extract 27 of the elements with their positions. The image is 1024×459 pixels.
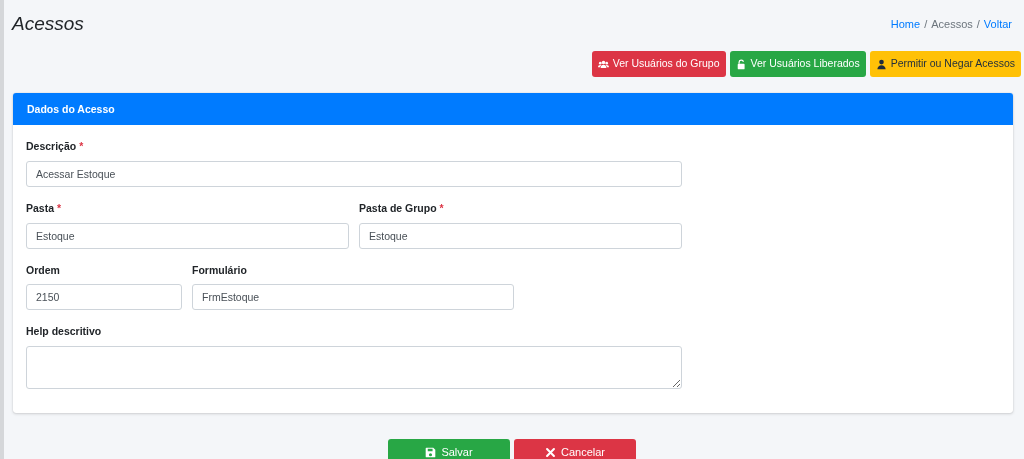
breadcrumb-separator: / xyxy=(924,17,928,30)
action-button[interactable]: Permitir ou Negar Acessos xyxy=(869,51,1021,77)
field-label: Pasta de Grupo * xyxy=(359,200,445,216)
field-label: Help descritivo xyxy=(26,324,103,340)
input-field[interactable]: FrmEstoque xyxy=(192,284,514,311)
field-label: Pasta * xyxy=(26,200,63,216)
breadcrumb-separator: / xyxy=(976,17,980,30)
close-icon xyxy=(545,447,556,458)
field-label: Ordem xyxy=(26,262,61,278)
card-header: Dados do Acesso xyxy=(13,93,1013,125)
user-icon xyxy=(875,58,887,70)
input-field[interactable]: Estoque xyxy=(26,222,349,249)
field-label: Formulário xyxy=(192,262,248,278)
breadcrumb-link[interactable]: Home xyxy=(890,17,921,30)
page-title: Acessos xyxy=(12,12,84,36)
field-label: Descrição * xyxy=(26,139,85,154)
text-area[interactable] xyxy=(26,346,682,389)
footer-button[interactable]: Cancelar xyxy=(514,439,636,459)
input-field[interactable]: Estoque xyxy=(359,222,682,249)
padlock-icon xyxy=(735,58,747,70)
input-field[interactable]: Acessar Estoque xyxy=(26,160,682,187)
action-button[interactable]: Ver Usuários do Grupo xyxy=(591,51,726,77)
input-field[interactable]: 2150 xyxy=(26,284,182,311)
save-icon xyxy=(425,447,437,458)
users-icon xyxy=(597,58,609,70)
breadcrumb-link[interactable]: Voltar xyxy=(983,17,1012,30)
breadcrumb-current: Acessos xyxy=(931,17,973,30)
